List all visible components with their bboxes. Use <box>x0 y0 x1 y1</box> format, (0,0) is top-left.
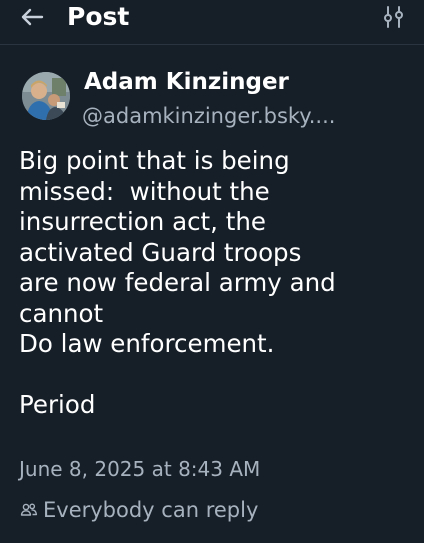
author-handle[interactable]: @adamkinzinger.bsky.... <box>82 101 335 131</box>
reply-settings[interactable]: Everybody can reply <box>19 495 258 525</box>
avatar[interactable] <box>22 72 70 120</box>
people-icon <box>19 500 39 520</box>
author-display-name[interactable]: Adam Kinzinger <box>84 67 289 97</box>
reply-setting-label: Everybody can reply <box>43 498 259 522</box>
post-timestamp: June 8, 2025 at 8:43 AM <box>19 457 261 481</box>
back-button[interactable] <box>16 0 48 34</box>
page-title: Post <box>67 2 130 31</box>
top-bar: Post <box>0 0 424 45</box>
sliders-icon <box>384 6 403 28</box>
arrow-left-icon <box>21 8 44 26</box>
profile-photo <box>22 72 70 120</box>
post-body: Big point that is being missed: without … <box>19 146 336 419</box>
post-thread-page: Post Adam Kinzinger @adamkinzinger.bsky.… <box>0 0 424 543</box>
thread-options-button[interactable] <box>382 4 406 30</box>
